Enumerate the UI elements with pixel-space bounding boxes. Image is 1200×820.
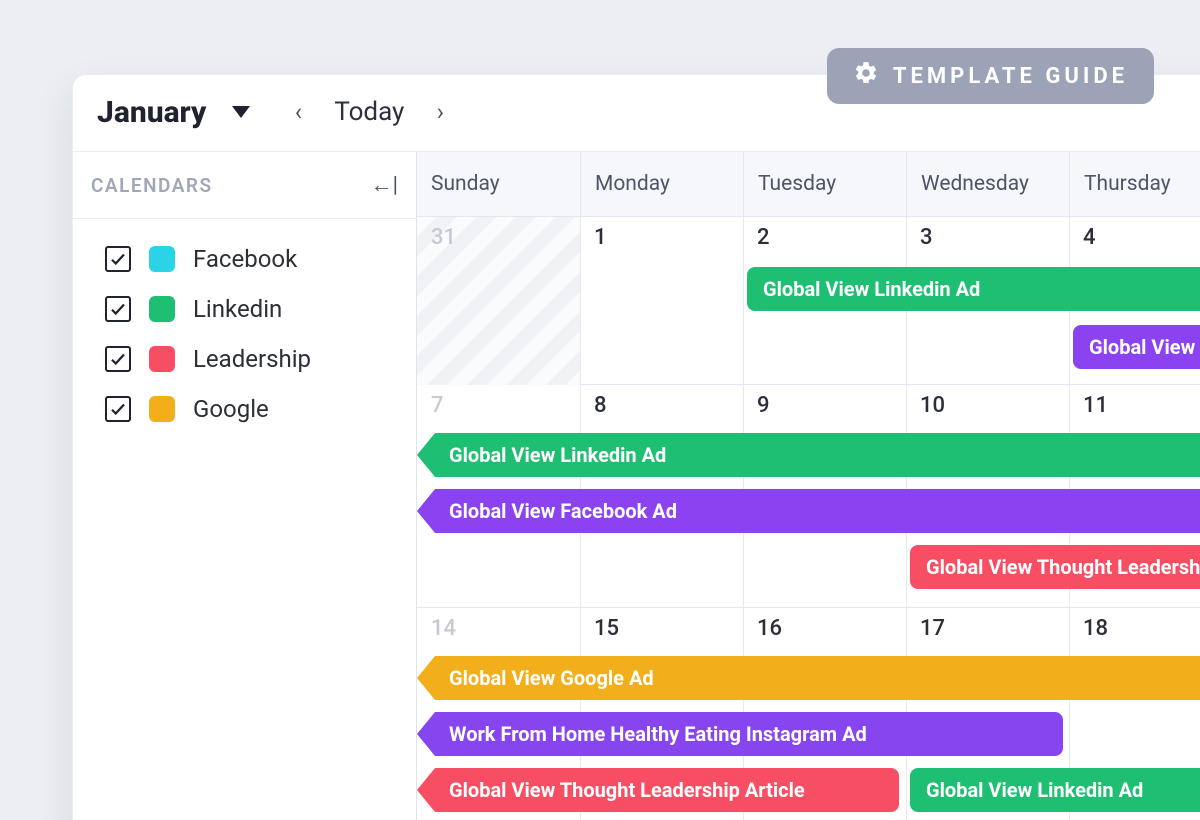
event-title: Work From Home Healthy Eating Instagram …	[449, 722, 867, 746]
calendar-list: Facebook Linkedin Leadership	[73, 219, 416, 433]
week-row: 7 8 9 10 11 Global View Linkedin Ad Glob…	[417, 385, 1200, 608]
day-header: Monday	[580, 152, 743, 216]
today-label: Today	[334, 97, 404, 127]
calendar-item-google[interactable]: Google	[105, 395, 392, 423]
calendar-item-facebook[interactable]: Facebook	[105, 245, 392, 273]
color-swatch	[149, 296, 175, 322]
sidebar-header: CALENDARS ←|	[73, 152, 416, 219]
checkbox[interactable]	[105, 246, 131, 272]
gear-icon	[853, 60, 879, 92]
checkbox[interactable]	[105, 396, 131, 422]
date-nav: ‹ Today ›	[280, 93, 458, 131]
sidebar: CALENDARS ←| Facebook Linkedin	[73, 152, 417, 820]
event-facebook-ad[interactable]: Global View Facebook Ad	[417, 489, 1200, 533]
event-facebook-ad[interactable]: Global View Facebook Ad	[1073, 325, 1200, 369]
chevron-right-icon: ›	[437, 98, 444, 126]
month-dropdown[interactable]: January	[97, 95, 250, 130]
day-header: Thursday	[1069, 152, 1200, 216]
calendar-item-label: Leadership	[193, 345, 311, 373]
chevron-left-icon: ‹	[295, 98, 302, 126]
template-guide-label: TEMPLATE GUIDE	[893, 64, 1128, 89]
event-title: Global View Google Ad	[449, 666, 654, 690]
event-title: Global View Facebook Ad	[449, 499, 677, 523]
event-leadership-article[interactable]: Global View Thought Leadership Article	[910, 545, 1200, 589]
sidebar-title: CALENDARS	[91, 174, 213, 197]
event-title: Global View Thought Leadership Article	[926, 555, 1200, 579]
event-google-ad[interactable]: Global View Google Ad	[417, 656, 1200, 700]
caret-down-icon	[232, 106, 250, 118]
calendar-item-label: Google	[193, 395, 269, 423]
event-linkedin-ad[interactable]: Global View Linkedin Ad	[747, 267, 1200, 311]
month-label: January	[97, 95, 206, 130]
event-instagram-ad[interactable]: Work From Home Healthy Eating Instagram …	[417, 712, 1063, 756]
day-header: Sunday	[417, 152, 580, 216]
day-header: Tuesday	[743, 152, 906, 216]
day-header: Wednesday	[906, 152, 1069, 216]
calendar-item-label: Linkedin	[193, 295, 282, 323]
event-title: Global View Thought Leadership Article	[449, 778, 805, 802]
color-swatch	[149, 396, 175, 422]
color-swatch	[149, 346, 175, 372]
event-title: Global View Linkedin Ad	[449, 443, 666, 467]
calendar-grid: Sunday Monday Tuesday Wednesday Thursday	[417, 152, 1200, 820]
checkbox[interactable]	[105, 296, 131, 322]
calendar-item-leadership[interactable]: Leadership	[105, 345, 392, 373]
event-linkedin-ad[interactable]: Global View Linkedin Ad	[910, 768, 1200, 812]
day-headers-row: Sunday Monday Tuesday Wednesday Thursday	[417, 152, 1200, 217]
day-cell[interactable]	[417, 217, 580, 385]
day-cell[interactable]	[580, 217, 743, 385]
collapse-left-icon: ←|	[371, 173, 398, 198]
event-linkedin-ad[interactable]: Global View Linkedin Ad	[417, 433, 1200, 477]
week-row: 31 1 2 3 4 Global View Linkedin Ad Globa…	[417, 217, 1200, 385]
template-guide-button[interactable]: TEMPLATE GUIDE	[827, 48, 1154, 104]
event-title: Global View Facebook Ad	[1089, 335, 1200, 359]
week-row: 14 15 16 17 18 Global View Google Ad Wor…	[417, 608, 1200, 820]
today-button[interactable]: Today	[324, 93, 414, 131]
event-leadership-article[interactable]: Global View Thought Leadership Article	[417, 768, 899, 812]
next-button[interactable]: ›	[422, 94, 458, 130]
collapse-sidebar-button[interactable]: ←|	[371, 172, 398, 198]
event-title: Global View Linkedin Ad	[763, 277, 980, 301]
event-title: Global View Linkedin Ad	[926, 778, 1143, 802]
calendar-card: January ‹ Today › CALENDARS	[72, 74, 1200, 820]
prev-button[interactable]: ‹	[280, 94, 316, 130]
calendar-item-linkedin[interactable]: Linkedin	[105, 295, 392, 323]
calendar-item-label: Facebook	[193, 245, 297, 273]
checkbox[interactable]	[105, 346, 131, 372]
color-swatch	[149, 246, 175, 272]
